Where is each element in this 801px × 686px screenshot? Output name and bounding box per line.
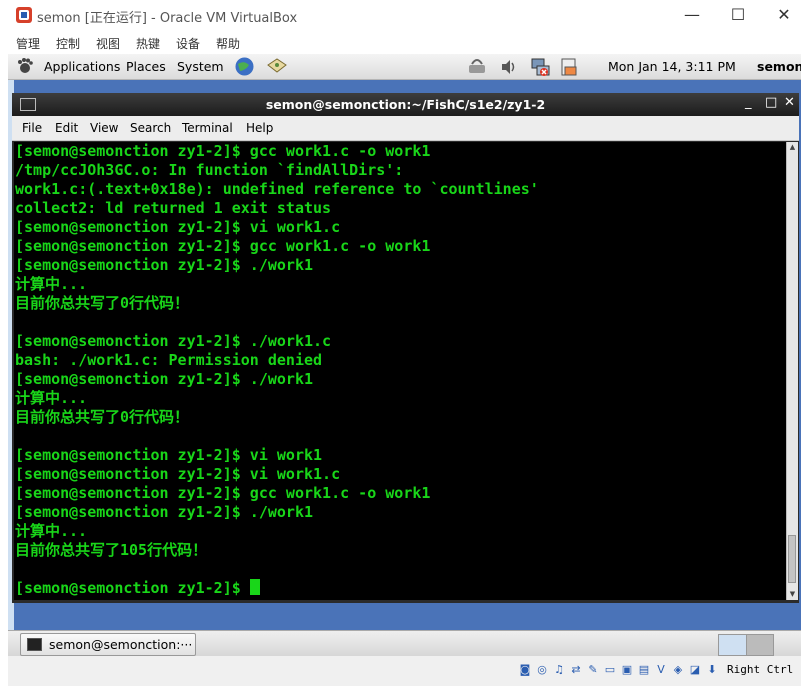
terminal-menu-search[interactable]: Search xyxy=(130,121,171,135)
gnome-top-panel: Applications Places System Mon Jan 14, 3… xyxy=(8,54,801,80)
shared-folders-icon[interactable]: ▭ xyxy=(603,663,617,677)
terminal-line: [semon@semonction zy1-2]$ ./work1 xyxy=(15,256,314,274)
gnome-bottom-panel: semon@semonction:··· xyxy=(8,630,801,657)
menu-control[interactable]: 控制 xyxy=(56,35,80,52)
places-menu[interactable]: Places xyxy=(126,59,166,74)
optical-drive-icon[interactable]: ◎ xyxy=(535,663,549,677)
mail-client-icon[interactable] xyxy=(266,57,288,76)
terminal-menu-help[interactable]: Help xyxy=(246,121,273,135)
menu-view[interactable]: 视图 xyxy=(96,35,120,52)
terminal-line: [semon@semonction zy1-2]$ ./work1 xyxy=(15,370,314,388)
gnome-foot-icon[interactable] xyxy=(16,57,34,75)
terminal-line: 目前你总共写了0行代码！ xyxy=(15,294,190,312)
terminal-cursor xyxy=(249,579,260,595)
terminal-minimize-button[interactable]: _ xyxy=(745,95,752,110)
minimize-button[interactable]: — xyxy=(669,0,715,32)
clock[interactable]: Mon Jan 14, 3:11 PM xyxy=(608,59,736,74)
host-menu-bar: 管理 控制 视图 热键 设备 帮助 xyxy=(0,32,801,54)
terminal-window[interactable]: semon@semonction:~/FishC/s1e2/zy1-2 _ □ … xyxy=(12,93,799,603)
terminal-line: [semon@semonction zy1-2]$ ./work1 xyxy=(15,503,314,521)
terminal-maximize-button[interactable]: □ xyxy=(765,95,777,110)
terminal-output[interactable]: [semon@semonction zy1-2]$ gcc work1.c -o… xyxy=(14,142,786,600)
video-capture-icon[interactable]: ▤ xyxy=(637,663,651,677)
web-browser-icon[interactable] xyxy=(234,56,255,77)
workspace-switcher[interactable] xyxy=(718,634,774,656)
terminal-line: work1.c:(.text+0x18e): undefined referen… xyxy=(15,180,539,198)
menu-hotkey[interactable]: 热键 xyxy=(136,35,160,52)
menu-help[interactable]: 帮助 xyxy=(216,35,240,52)
terminal-line: [semon@semonction zy1-2]$ vi work1.c xyxy=(15,218,341,236)
scroll-down-arrow-icon[interactable]: ▼ xyxy=(787,589,798,600)
applications-menu[interactable]: Applications xyxy=(44,59,120,74)
terminal-menu-edit[interactable]: Edit xyxy=(55,121,78,135)
volume-icon[interactable] xyxy=(500,58,518,76)
keyboard-capture-icon[interactable]: ◪ xyxy=(688,663,702,677)
terminal-title-bar[interactable]: semon@semonction:~/FishC/s1e2/zy1-2 _ □ … xyxy=(12,93,799,116)
terminal-line: 目前你总共写了105行代码！ xyxy=(15,541,208,559)
scroll-thumb[interactable] xyxy=(788,535,796,583)
mouse-integration-icon[interactable]: ◈ xyxy=(671,663,685,677)
terminal-line: collect2: ld returned 1 exit status xyxy=(15,199,332,217)
terminal-menu-bar: File Edit View Search Terminal Help xyxy=(12,116,799,141)
close-button[interactable]: ✕ xyxy=(761,0,801,32)
scroll-up-arrow-icon[interactable]: ▲ xyxy=(787,142,798,153)
taskbar-terminal-button[interactable]: semon@semonction:··· xyxy=(20,633,196,656)
virtualization-icon[interactable]: V xyxy=(654,663,668,677)
terminal-line: [semon@semonction zy1-2]$ vi work1 xyxy=(15,446,323,464)
maximize-button[interactable]: ☐ xyxy=(715,0,761,32)
guest-display[interactable]: Applications Places System Mon Jan 14, 3… xyxy=(8,54,801,686)
menu-devices[interactable]: 设备 xyxy=(176,35,200,52)
terminal-menu-terminal[interactable]: Terminal xyxy=(182,121,233,135)
terminal-scrollbar[interactable]: ▲ ▼ xyxy=(786,142,798,600)
terminal-line: bash: ./work1.c: Permission denied xyxy=(15,351,323,369)
user-switcher[interactable]: semon xyxy=(757,59,801,74)
terminal-line: [semon@semonction zy1-2]$ ./work1.c xyxy=(15,332,332,350)
terminal-line: 目前你总共写了0行代码！ xyxy=(15,408,190,426)
vbox-status-bar: ◙ ◎ ♫ ⇄ ✎ ▭ ▣ ▤ V ◈ ◪ ⬇ Right Ctrl xyxy=(8,656,801,686)
terminal-line: 计算中... xyxy=(15,389,88,407)
hard-disk-icon[interactable]: ◙ xyxy=(518,663,532,677)
terminal-line: [semon@semonction zy1-2]$ gcc work1.c -o… xyxy=(15,484,431,502)
terminal-menu-view[interactable]: View xyxy=(90,121,118,135)
terminal-line: /tmp/ccJOh3GC.o: In function `findAllDir… xyxy=(15,161,404,179)
system-menu[interactable]: System xyxy=(177,59,224,74)
taskbar-terminal-label: semon@semonction:··· xyxy=(49,637,193,652)
terminal-app-icon xyxy=(27,638,42,651)
terminal-prompt: [semon@semonction zy1-2]$ xyxy=(15,579,250,597)
host-window-title: semon [正在运行] - Oracle VM VirtualBox xyxy=(37,11,298,26)
audio-icon[interactable]: ♫ xyxy=(552,663,566,677)
terminal-prompt-line[interactable]: [semon@semonction zy1-2]$ xyxy=(14,579,786,598)
terminal-menu-file[interactable]: File xyxy=(22,121,42,135)
menu-manage[interactable]: 管理 xyxy=(16,35,40,52)
display-icon[interactable]: ▣ xyxy=(620,663,634,677)
host-title-bar: semon [正在运行] - Oracle VM VirtualBox — ☐ … xyxy=(0,0,801,32)
host-key-arrow-icon[interactable]: ⬇ xyxy=(705,663,719,677)
terminal-line: [semon@semonction zy1-2]$ vi work1.c xyxy=(15,465,341,483)
terminal-line: [semon@semonction zy1-2]$ gcc work1.c -o… xyxy=(15,237,431,255)
terminal-line: [semon@semonction zy1-2]$ gcc work1.c -o… xyxy=(15,142,431,160)
host-key-label: Right Ctrl xyxy=(727,663,794,676)
virtualbox-icon xyxy=(16,7,32,23)
terminal-title: semon@semonction:~/FishC/s1e2/zy1-2 xyxy=(265,97,546,112)
terminal-close-button[interactable]: ✕ xyxy=(784,95,795,110)
terminal-line: 计算中... xyxy=(15,275,88,293)
workspace-1[interactable] xyxy=(719,635,747,655)
usb-icon[interactable]: ✎ xyxy=(586,663,600,677)
network-adapter-icon[interactable]: ⇄ xyxy=(569,663,583,677)
terminal-line: 计算中... xyxy=(15,522,88,540)
workspace-2[interactable] xyxy=(746,635,773,655)
update-notifier-icon[interactable] xyxy=(559,57,579,77)
network-disconnected-icon[interactable] xyxy=(530,57,550,77)
network-icon[interactable] xyxy=(466,58,488,76)
